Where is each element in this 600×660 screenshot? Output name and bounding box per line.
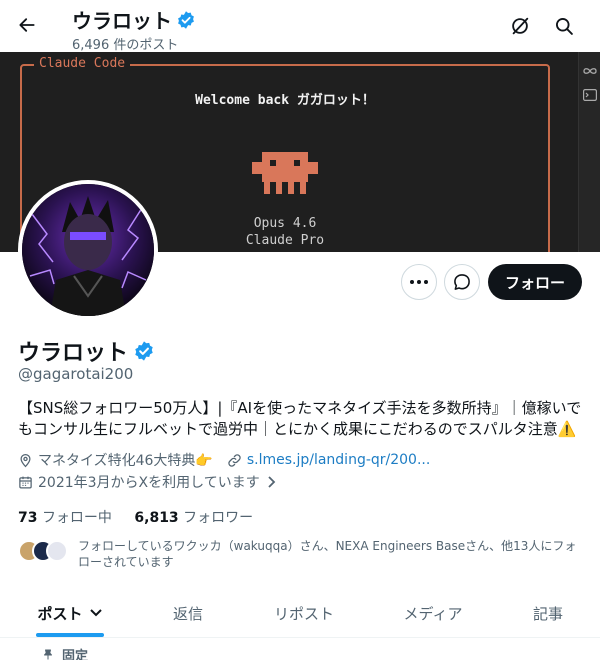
- profile-display-name: ウラロット: [18, 341, 129, 366]
- chevron-down-icon: [89, 609, 102, 617]
- banner-side-strip: [578, 52, 600, 252]
- profile-name-row: ウラロット: [18, 335, 155, 367]
- grok-button[interactable]: [507, 13, 533, 39]
- profile-tabs: ポスト 返信 リポスト メディア 記事: [0, 590, 600, 638]
- back-button[interactable]: [12, 10, 42, 40]
- top-bar: ウラロット 6,496 件のポスト: [0, 0, 600, 53]
- terminal-welcome-text: Welcome back ガガロット！: [195, 93, 375, 108]
- tab-media[interactable]: メディア: [388, 590, 478, 636]
- profile-joined-date: 2021年3月からXを利用しています: [38, 475, 260, 491]
- message-bubble-icon: [454, 274, 470, 290]
- header-display-name: ウラロット: [72, 9, 172, 33]
- infinity-icon: [583, 68, 597, 74]
- known-follower-avatar: [46, 540, 68, 562]
- search-button[interactable]: [551, 13, 577, 39]
- terminal-panel-label: Claude Code: [34, 56, 131, 71]
- pin-icon: [44, 649, 52, 660]
- follow-stats-row: 73 フォロー中 6,813 フォロワー: [18, 507, 253, 527]
- following-label: フォロー中: [41, 510, 112, 526]
- profile-handle: @gagarotai200: [18, 365, 134, 383]
- avatar-image: [22, 184, 154, 316]
- terminal-icon: [583, 89, 597, 101]
- followers-label: フォロワー: [183, 510, 254, 526]
- tab-replies[interactable]: 返信: [148, 590, 228, 636]
- link-icon: [227, 453, 242, 468]
- followers-stat[interactable]: 6,813 フォロワー: [134, 510, 253, 526]
- known-follower-avatars: [18, 540, 70, 566]
- claude-mascot-icon: [252, 152, 318, 194]
- following-count: 73: [18, 510, 38, 526]
- more-horizontal-icon: [410, 280, 428, 284]
- profile-location: マネタイズ特化46大特典👉: [38, 453, 213, 469]
- message-button[interactable]: [444, 264, 480, 300]
- header-title: ウラロット: [72, 5, 196, 34]
- grok-icon: [512, 17, 529, 35]
- location-pin-icon: [18, 453, 33, 468]
- tab-posts[interactable]: ポスト: [20, 590, 120, 636]
- profile-joined-row[interactable]: 2021年3月からXを利用しています: [18, 472, 277, 492]
- active-tab-indicator: [36, 633, 104, 637]
- chevron-right-icon: [268, 476, 275, 488]
- profile-bio: 【SNS総フォロワー50万人】|『AIを使ったマネタイズ手法を多数所持』｜億稼い…: [18, 399, 582, 438]
- profile-website-link[interactable]: s.lmes.jp/landing-qr/200...: [247, 452, 430, 468]
- tab-articles[interactable]: 記事: [516, 590, 580, 636]
- followers-count: 6,813: [134, 510, 179, 526]
- calendar-icon: [18, 475, 33, 490]
- more-button[interactable]: [401, 264, 437, 300]
- header-post-count: 6,496 件のポスト: [72, 38, 179, 53]
- verified-badge-icon: [135, 341, 153, 361]
- profile-avatar[interactable]: [18, 180, 158, 320]
- profile-meta-row: マネタイズ特化46大特典👉 s.lmes.jp/landing-qr/200..…: [18, 450, 430, 470]
- following-stat[interactable]: 73 フォロー中: [18, 510, 112, 526]
- verified-badge-icon: [178, 10, 194, 29]
- search-icon: [556, 18, 573, 35]
- tab-posts-label: ポスト: [37, 604, 83, 623]
- arrow-left-icon: [19, 18, 35, 32]
- pinned-label: 固定: [62, 649, 89, 660]
- follow-button[interactable]: フォロー: [488, 264, 582, 300]
- tab-reposts[interactable]: リポスト: [254, 590, 354, 636]
- known-followers[interactable]: フォローしているワクッカ（wakuqqa）さん、NEXA Engineers B…: [18, 538, 584, 570]
- pinned-indicator: 固定: [42, 645, 88, 660]
- known-followers-text: フォローしているワクッカ（wakuqqa）さん、NEXA Engineers B…: [78, 539, 577, 569]
